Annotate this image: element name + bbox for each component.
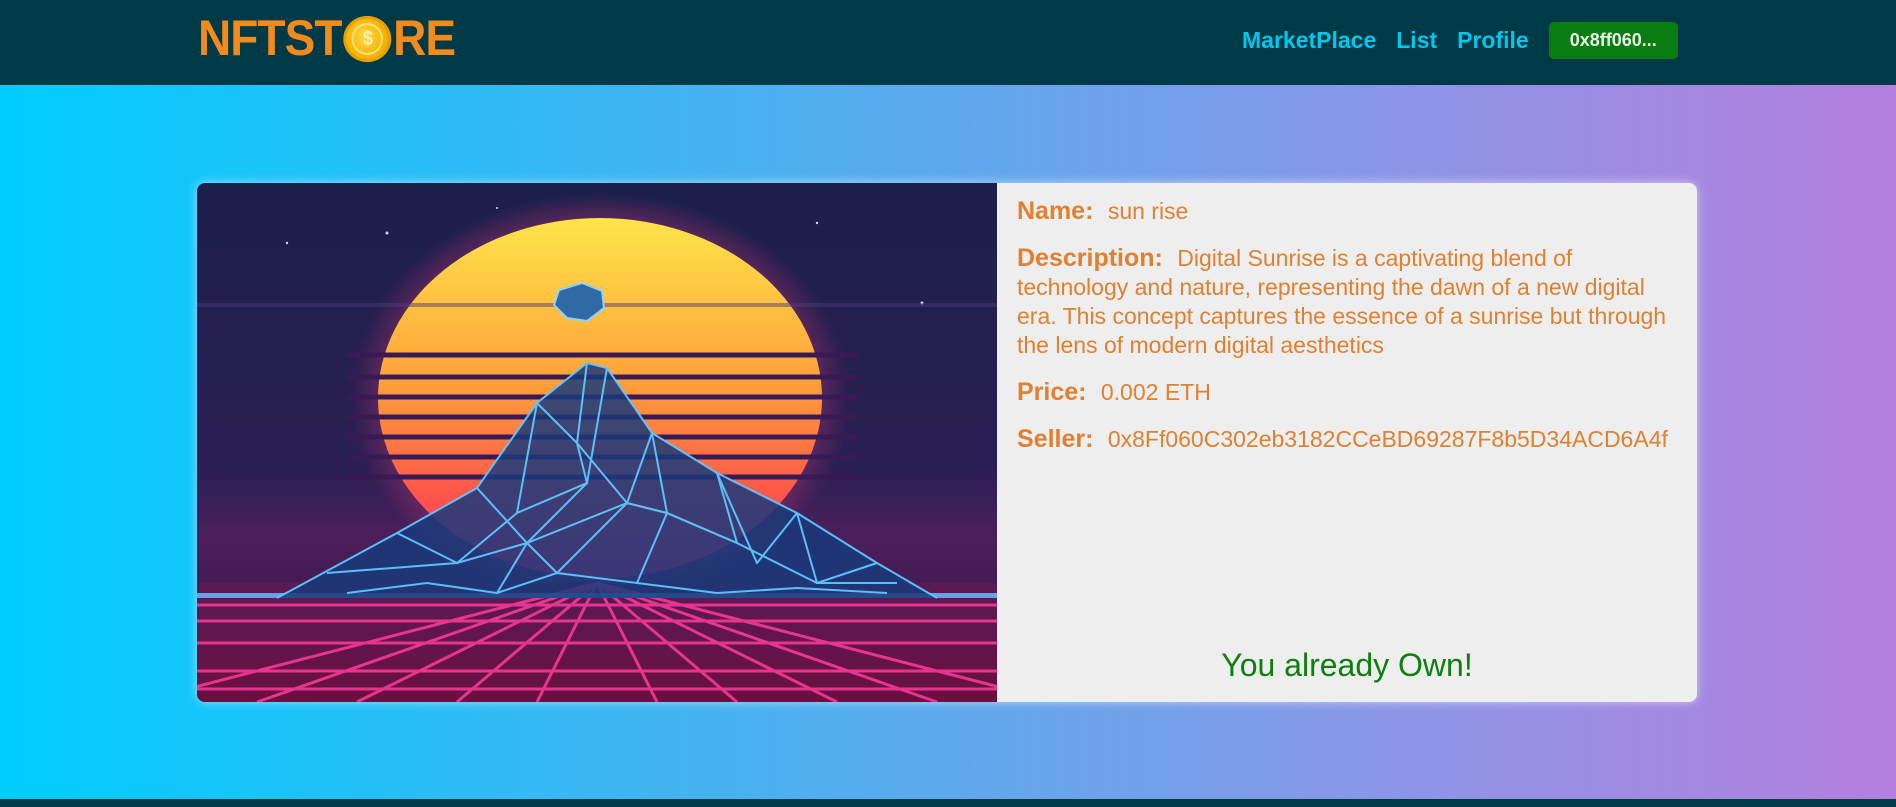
price-label: Price: [1017,378,1087,406]
seller-label: Seller: [1017,425,1094,453]
price-row: Price: 0.002 ETH [1017,378,1677,407]
price-value: 0.002 ETH [1100,379,1211,405]
logo-text-right: RE [393,10,456,66]
coin-icon: $ [343,16,392,62]
nav-link-marketplace[interactable]: MarketPlace [1242,27,1376,54]
nav-link-profile[interactable]: Profile [1457,27,1529,54]
description-row: Description: Digital Sunrise is a captiv… [1017,244,1677,360]
name-label: Name: [1017,197,1094,225]
nav-links: MarketPlace List Profile 0x8ff060... [1242,22,1678,59]
nav-link-list[interactable]: List [1396,27,1437,54]
wallet-address-button[interactable]: 0x8ff060... [1548,22,1678,59]
ownership-status: You already Own! [1221,647,1473,683]
logo-text-left: NFTST [198,10,343,66]
coin-symbol: $ [351,23,384,55]
footer-bar [0,799,1896,807]
top-navbar: NFTST $ RE MarketPlace List Profile 0x8f… [0,0,1896,85]
nftstore-logo[interactable]: NFTST $ RE [198,10,456,66]
seller-row: Seller: 0x8Ff060C302eb3182CCeBD69287F8b5… [1017,425,1677,454]
description-label: Description: [1017,244,1163,272]
nft-image [197,183,997,702]
nft-details: Name: sun rise Description: Digital Sunr… [1017,197,1677,472]
seller-value: 0x8Ff060C302eb3182CCeBD69287F8b5D34ACD6A… [1107,426,1668,452]
name-value: sun rise [1107,198,1189,224]
nft-detail-card: Name: sun rise Description: Digital Sunr… [197,183,1697,702]
name-row: Name: sun rise [1017,197,1677,226]
